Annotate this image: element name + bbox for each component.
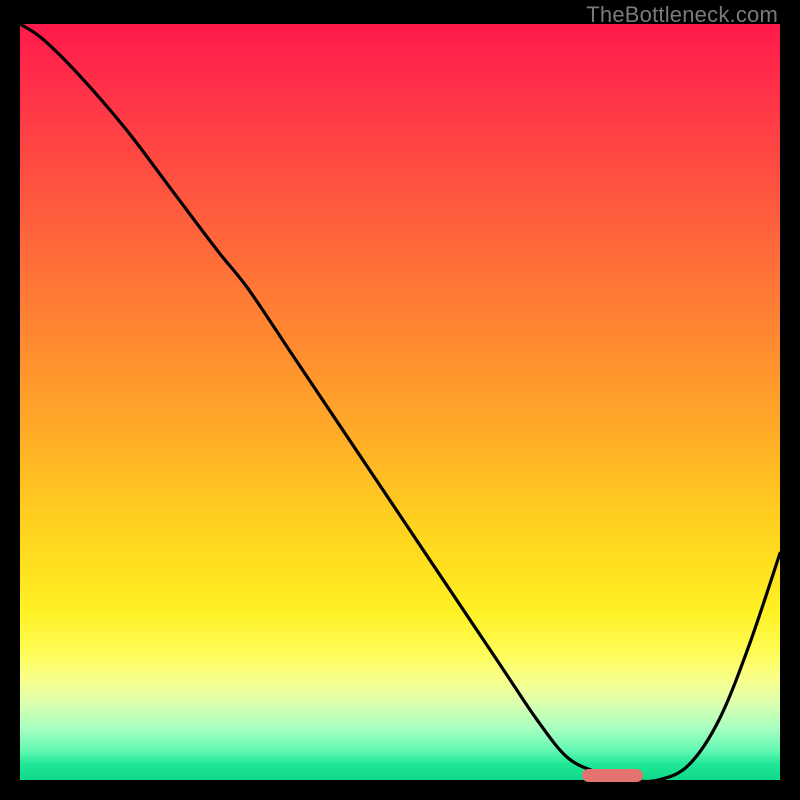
chart-plot-area [20, 24, 780, 780]
optimum-marker [582, 769, 643, 782]
chart-frame [20, 24, 780, 780]
bottleneck-curve [20, 24, 780, 780]
